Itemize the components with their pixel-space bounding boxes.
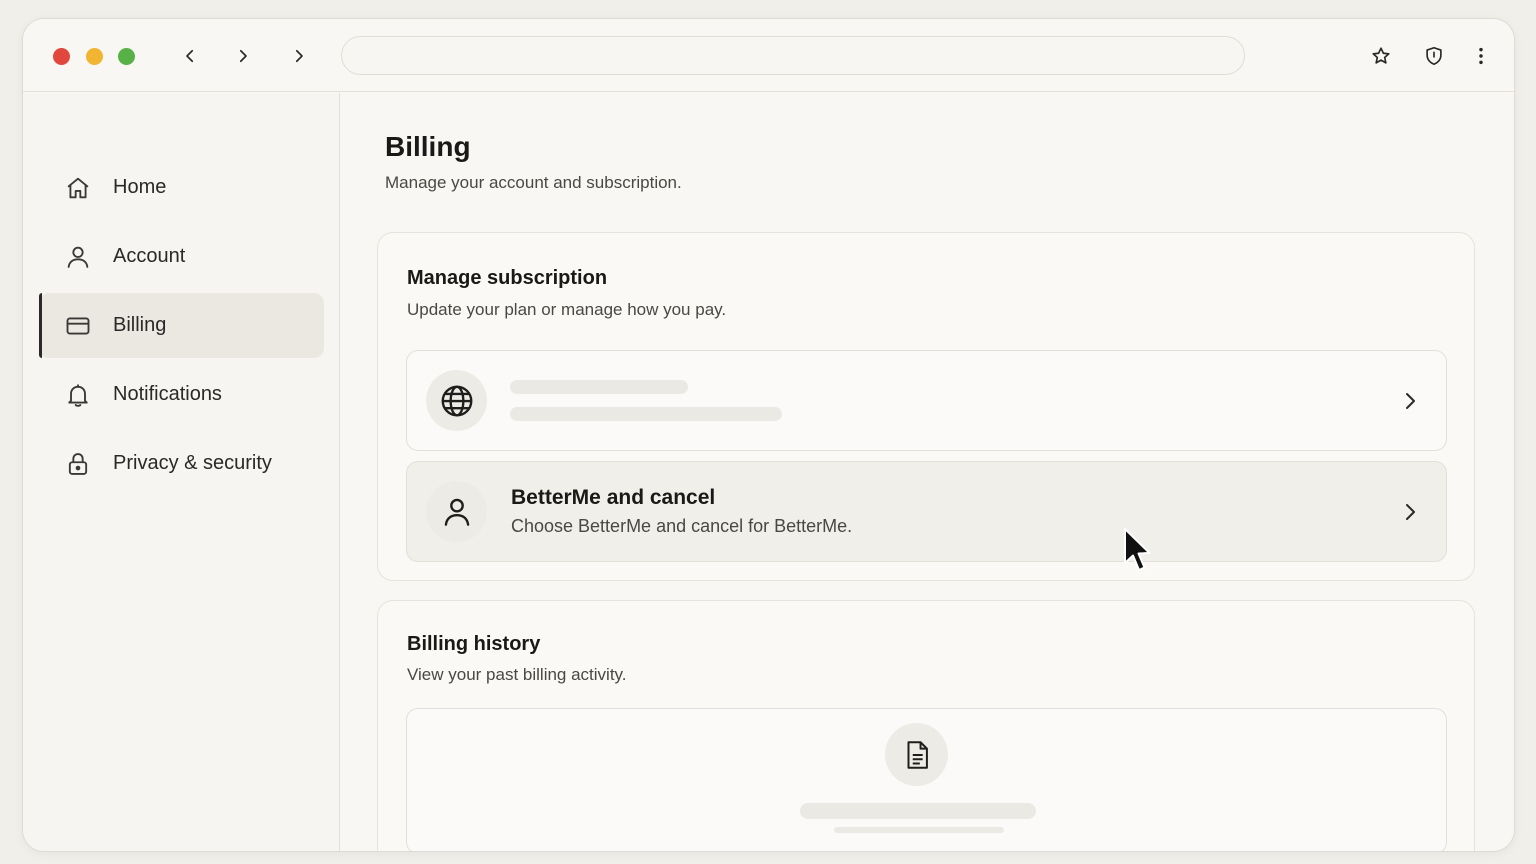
chevron-right-icon [1406,393,1415,409]
back-button[interactable] [175,41,205,71]
user-icon [426,481,487,542]
betterme-cancel-row[interactable]: BetterMe and cancel Choose BetterMe and … [406,461,1447,562]
sidebar-item-label: Home [113,176,167,198]
bookmark-button[interactable] [1368,43,1394,69]
sidebar-item-label: Account [113,245,186,267]
sidebar: Home Account Billing Notifications Priva… [23,93,340,851]
star-icon [1372,47,1390,64]
sidebar-item-label: Notifications [113,383,222,405]
reload-button[interactable] [284,41,314,71]
mouse-cursor-icon [1124,528,1151,571]
card-subtitle: Update your plan or manage how you pay. [407,300,727,319]
sidebar-item-notifications[interactable]: Notifications [39,362,324,427]
lock-icon [63,449,93,479]
card-title: Billing history [407,633,541,655]
sidebar-item-privacy-security[interactable]: Privacy & security [39,431,324,496]
more-vertical-icon [1479,47,1483,65]
shield-icon [1426,46,1442,66]
more-menu-button[interactable] [1468,43,1494,69]
skeleton-line [510,407,782,421]
document-icon [885,723,948,786]
row-title: BetterMe and cancel [511,486,716,509]
globe-icon [426,370,487,431]
skeleton-line [800,803,1036,819]
forward-icon [295,49,303,63]
row-subtitle: Choose BetterMe and cancel for BetterMe. [511,516,853,536]
home-icon [63,173,93,203]
card-subtitle: View your past billing activity. [407,665,627,684]
forward-icon [239,49,247,63]
billing-history-card: Billing history View your past billing a… [377,600,1475,851]
page-subtitle: Manage your account and subscription. [385,173,682,192]
forward-button[interactable] [228,41,258,71]
user-icon [63,242,93,272]
minimize-window-button[interactable] [86,48,103,65]
subscription-row-loading[interactable] [406,350,1447,451]
billing-history-empty-state [406,708,1447,851]
sidebar-item-account[interactable]: Account [39,224,324,289]
back-icon [186,49,194,63]
skeleton-line [510,380,688,394]
sidebar-item-label: Billing [113,314,167,336]
main-content: Billing Manage your account and subscrip… [341,93,1514,851]
maximize-window-button[interactable] [118,48,135,65]
sidebar-item-billing[interactable]: Billing [39,293,324,358]
manage-subscription-card: Manage subscription Update your plan or … [377,232,1475,581]
credit-card-icon [63,311,93,341]
page-title: Billing [385,131,471,162]
browser-window: Home Account Billing Notifications Priva… [22,18,1515,852]
bell-icon [63,380,93,410]
address-bar[interactable] [341,36,1245,75]
card-title: Manage subscription [407,267,608,289]
shield-button[interactable] [1421,43,1447,69]
sidebar-item-home[interactable]: Home [39,155,324,220]
skeleton-line [834,827,1004,833]
browser-toolbar [23,19,1514,92]
chevron-right-icon [1406,504,1415,520]
sidebar-item-label: Privacy & security [113,452,272,474]
close-window-button[interactable] [53,48,70,65]
